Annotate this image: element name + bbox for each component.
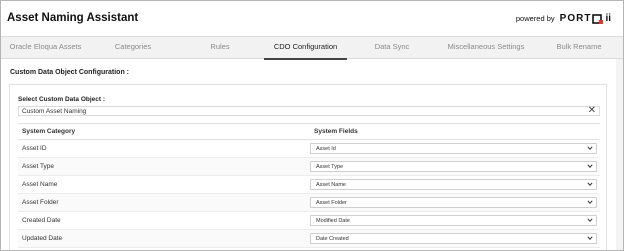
category-cell: Created Date — [22, 217, 61, 224]
tab-miscellaneous-settings[interactable]: Miscellaneous Settings — [437, 37, 535, 59]
category-cell: Asset Type — [22, 163, 55, 170]
chevron-down-icon — [587, 182, 593, 186]
table-row: Asset Name Asset Name — [18, 176, 600, 194]
port-logo-square-icon — [592, 13, 604, 24]
tab-rules[interactable]: Rules — [176, 37, 264, 59]
chevron-down-icon — [587, 146, 593, 150]
tab-categories[interactable]: Categories — [90, 37, 176, 59]
tab-bar: Oracle Eloqua Assets Categories Rules CD… — [1, 36, 623, 60]
app-window: Asset Naming Assistant powered by PORT i… — [0, 0, 624, 251]
chevron-down-icon — [587, 164, 593, 168]
table-row: Asset Folder Asset Folder — [18, 194, 600, 212]
logo-text: PORT — [559, 13, 592, 24]
chevron-down-icon — [587, 200, 593, 204]
logo-suffix: ii — [605, 13, 611, 24]
category-cell: Asset Name — [22, 181, 58, 188]
chevron-down-icon — [587, 236, 593, 240]
category-cell: Asset Folder — [22, 199, 59, 206]
system-field-select[interactable]: Asset Type — [310, 161, 597, 172]
system-field-value: Asset Name — [316, 181, 346, 188]
system-field-select[interactable]: Asset Folder — [310, 197, 597, 208]
table-header: System Category System Fields — [18, 124, 600, 140]
chevron-down-icon — [587, 218, 593, 222]
cdo-config-panel: Select Custom Data Object : Custom Asset… — [9, 84, 607, 250]
system-field-select[interactable]: Modified Date — [310, 215, 597, 226]
cdo-select[interactable]: Custom Asset Naming ✕ — [18, 106, 600, 116]
system-field-select[interactable]: Asset Name — [310, 179, 597, 190]
port-logo: PORT ii — [560, 13, 611, 24]
close-icon[interactable]: ✕ — [588, 106, 596, 116]
system-field-value: Asset Type — [316, 163, 344, 170]
header-system-fields: System Fields — [314, 128, 358, 135]
table-row: Created Date Modified Date — [18, 212, 600, 230]
table-row: Asset ID Asset Id — [18, 140, 600, 158]
tab-data-sync[interactable]: Data Sync — [347, 37, 437, 59]
table-row: Updated Date Date Created — [18, 230, 600, 248]
app-title: Asset Naming Assistant — [7, 12, 139, 24]
system-field-value: Date Created — [316, 235, 349, 242]
tab-cdo-configuration[interactable]: CDO Configuration — [264, 37, 347, 60]
table-row: Asset Type Asset Type — [18, 158, 600, 176]
tab-oracle-eloqua-assets[interactable]: Oracle Eloqua Assets — [1, 37, 90, 59]
vertical-scrollbar[interactable] — [616, 59, 623, 250]
system-field-select[interactable]: Asset Id — [310, 143, 597, 154]
cdo-selected-value: Custom Asset Naming — [22, 108, 87, 115]
powered-by-label: powered by — [515, 14, 555, 23]
system-field-value: Asset Folder — [316, 199, 347, 206]
field-mapping-table: System Category System Fields Asset ID A… — [18, 123, 600, 248]
select-cdo-label: Select Custom Data Object : — [18, 96, 106, 103]
category-cell: Asset ID — [22, 145, 47, 152]
tab-bulk-rename[interactable]: Bulk Rename — [535, 37, 623, 59]
powered-by-branding: powered by PORT ii — [516, 13, 611, 24]
system-field-value: Modified Date — [316, 217, 350, 224]
system-field-select[interactable]: Date Created — [310, 233, 597, 244]
section-title: Custom Data Object Configuration : — [10, 69, 129, 76]
category-cell: Updated Date — [22, 235, 63, 242]
app-header: Asset Naming Assistant powered by PORT i… — [1, 1, 623, 36]
system-field-value: Asset Id — [316, 145, 336, 152]
header-system-category: System Category — [22, 128, 76, 135]
